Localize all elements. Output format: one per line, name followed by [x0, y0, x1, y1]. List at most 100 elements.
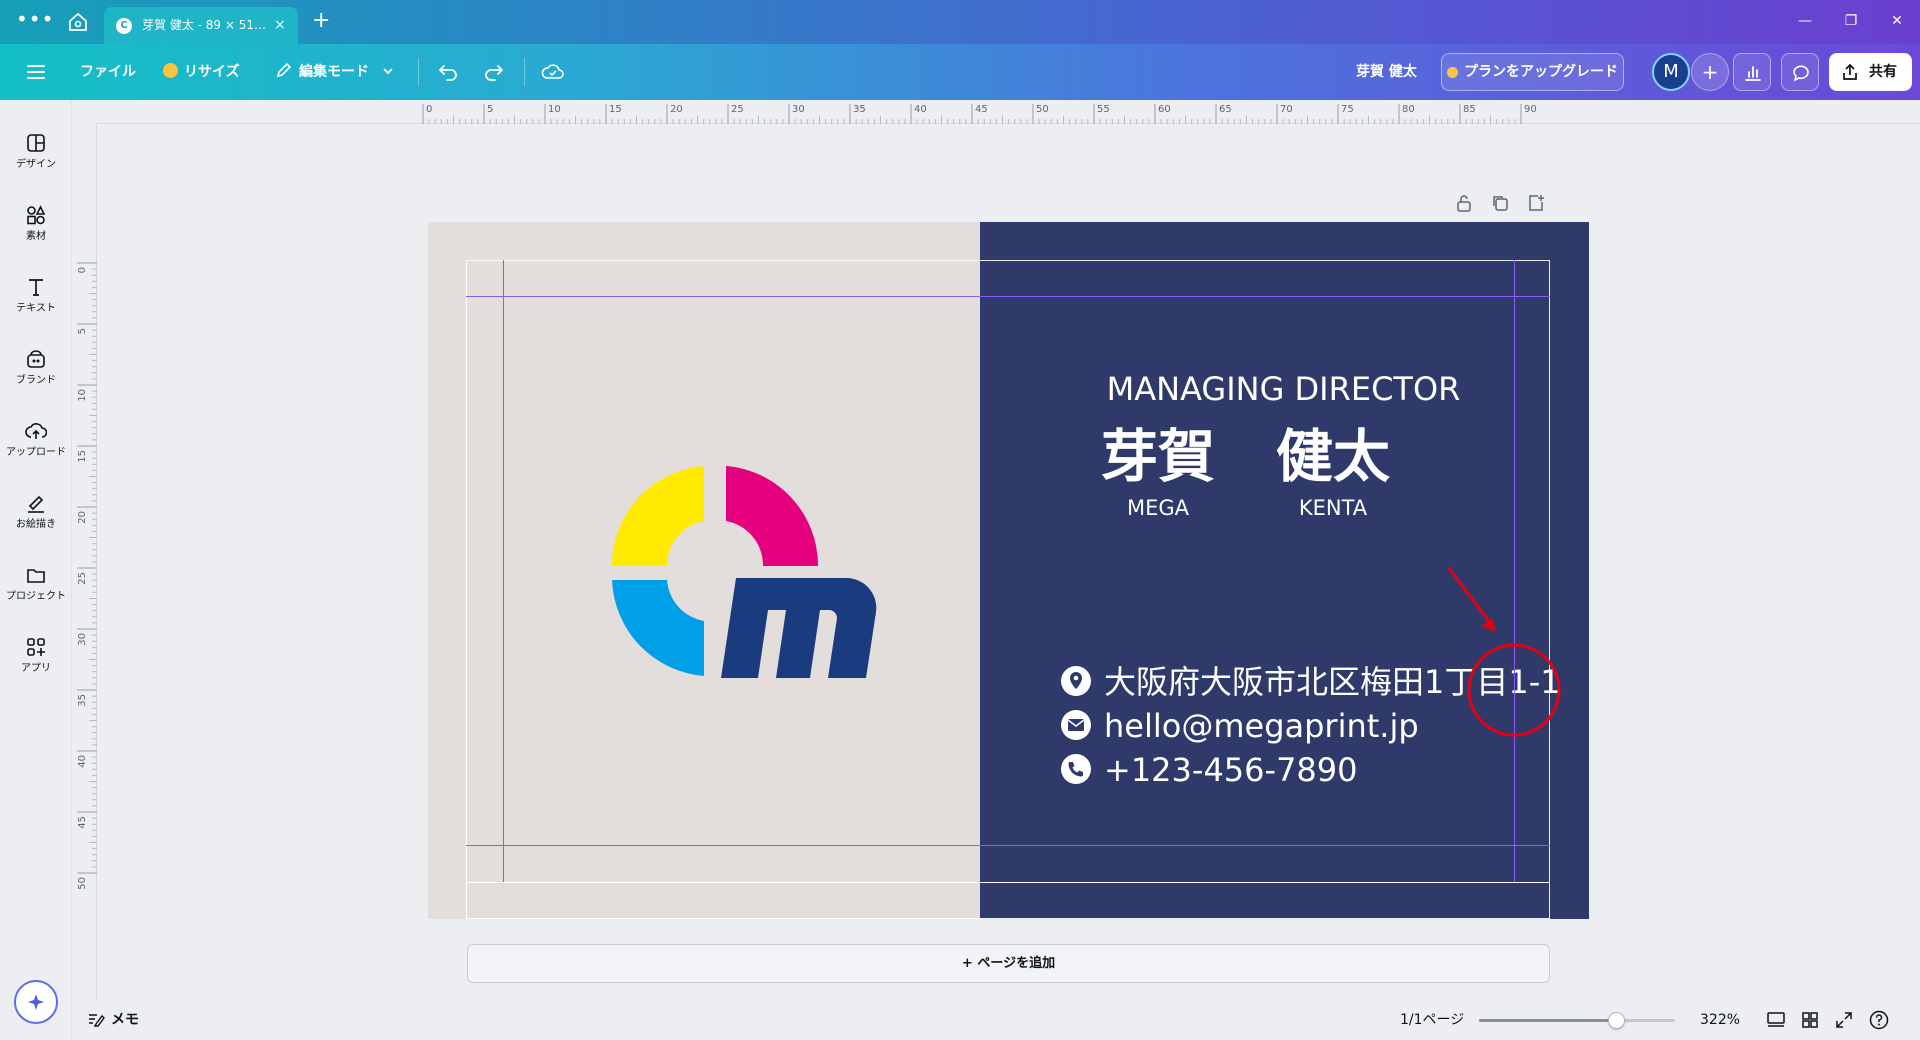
horizontal-ruler: 0 5 10 15 20 25 30 35 40 45 50 55 60 65 70 75 80 85 90 — [97, 100, 1920, 124]
sidebar-item-projects[interactable]: プロジェクト — [0, 550, 72, 614]
location-pin-icon — [1061, 666, 1091, 696]
sidebar-item-label: プロジェクト — [6, 591, 66, 602]
zoom-level[interactable]: 322% — [1700, 1010, 1740, 1030]
card-dark-panel — [980, 222, 1589, 919]
vertical-ruler-ticks: 0 5 10 15 20 25 30 35 40 45 50 — [77, 262, 97, 890]
ruler-label: 35 — [77, 694, 88, 707]
close-button[interactable]: ✕ — [1882, 10, 1912, 32]
sidebar-item-design[interactable]: デザイン — [0, 118, 72, 182]
menu-icon[interactable] — [26, 63, 46, 81]
ruler-label: 65 — [1219, 104, 1232, 115]
owner-name: 芽賀 健太 — [1356, 64, 1417, 80]
sidebar-item-brand[interactable]: ブランド — [0, 334, 72, 398]
apps-icon — [27, 638, 45, 656]
logo-m-letter — [721, 578, 877, 678]
given-name-jp[interactable]: 健太 — [1258, 422, 1408, 492]
sidebar-item-upload[interactable]: アップロード — [0, 406, 72, 470]
sidebar-item-label: テキスト — [16, 303, 56, 314]
grid-view-icon[interactable] — [1799, 1009, 1821, 1031]
sidebar-item-label: 素材 — [26, 231, 46, 242]
edit-mode-dropdown[interactable]: 編集モード — [275, 58, 394, 86]
comments-button[interactable] — [1781, 53, 1819, 91]
zoom-slider[interactable] — [1479, 1012, 1675, 1029]
ruler-label: 45 — [77, 816, 88, 829]
tab-close-button[interactable]: × — [274, 16, 286, 34]
page-indicator[interactable]: 1/1ページ — [1400, 1010, 1464, 1030]
crown-icon — [163, 63, 178, 78]
avatar[interactable]: M — [1652, 53, 1690, 91]
ruler-label: 50 — [1036, 104, 1049, 115]
title-bar: ••• C 芽賀 健太 - 89 × 51… × + — ❐ ✕ — [0, 0, 1920, 44]
ruler-label: 35 — [853, 104, 866, 115]
folder-icon — [27, 569, 45, 583]
notes-label: メモ — [111, 1012, 139, 1028]
logo-magenta-segment — [726, 466, 819, 566]
restore-button[interactable]: ❐ — [1836, 10, 1866, 32]
toolbar-divider — [524, 58, 525, 86]
sidebar-item-label: ブランド — [16, 375, 56, 386]
ruler-label: 15 — [77, 450, 88, 463]
redo-icon[interactable] — [483, 62, 505, 82]
ruler-label: 20 — [670, 104, 683, 115]
surname-en[interactable]: MEGA — [1083, 494, 1233, 522]
left-sidebar: デザイン 素材 テキスト ブランド アップロード お絵描き プロジェクト アプリ — [0, 100, 72, 1040]
fullscreen-icon[interactable] — [1833, 1009, 1855, 1031]
share-label: 共有 — [1869, 64, 1897, 80]
upload-icon — [25, 423, 47, 439]
edit-mode-label: 編集モード — [299, 64, 369, 80]
zoom-slider-handle[interactable] — [1608, 1012, 1626, 1029]
design-icon — [27, 134, 45, 152]
position-title[interactable]: MANAGING DIRECTOR — [979, 368, 1588, 410]
cloud-saved-icon[interactable] — [541, 62, 565, 82]
page-view-icon[interactable] — [1765, 1009, 1787, 1031]
given-name-en[interactable]: KENTA — [1258, 494, 1408, 522]
notes-button[interactable]: メモ — [87, 1010, 139, 1030]
phone-text: +123-456-7890 — [1104, 751, 1358, 789]
insights-button[interactable] — [1733, 53, 1771, 91]
add-collaborator-button[interactable]: + — [1691, 53, 1729, 91]
email-text: hello@megaprint.jp — [1104, 707, 1419, 745]
file-menu[interactable]: ファイル — [80, 58, 136, 86]
new-tab-button[interactable]: + — [312, 9, 330, 33]
upgrade-plan-button[interactable]: プランをアップグレード — [1441, 53, 1624, 91]
bar-chart-icon — [1745, 66, 1761, 81]
ruler-label: 80 — [1402, 104, 1415, 115]
home-icon[interactable] — [66, 10, 90, 34]
resize-button[interactable]: リサイズ — [163, 58, 240, 86]
magic-assistant-button[interactable] — [14, 980, 58, 1024]
address-text: 大阪府大阪市北区梅田1丁目1-1 — [1104, 663, 1561, 701]
sidebar-item-elements[interactable]: 素材 — [0, 190, 72, 254]
surname-jp[interactable]: 芽賀 — [1083, 422, 1233, 492]
ruler-label: 40 — [914, 104, 927, 115]
phone-icon — [1061, 754, 1091, 784]
toolbar-divider — [418, 58, 419, 86]
elements-icon — [27, 205, 46, 225]
duplicate-page-icon[interactable] — [1490, 193, 1510, 213]
logo-yellow-segment — [612, 466, 704, 566]
help-icon[interactable] — [1868, 1009, 1890, 1031]
sidebar-item-apps[interactable]: アプリ — [0, 622, 72, 686]
more-menu-icon[interactable]: ••• — [16, 8, 53, 36]
company-logo[interactable] — [612, 466, 878, 682]
zoom-slider-fill — [1479, 1019, 1617, 1022]
undo-icon[interactable] — [437, 62, 459, 82]
minimize-button[interactable]: — — [1790, 10, 1820, 32]
ruler-label: 10 — [548, 104, 561, 115]
document-tab[interactable]: C 芽賀 健太 - 89 × 51… × — [104, 7, 298, 44]
ruler-label: 85 — [1463, 104, 1476, 115]
add-page-icon[interactable] — [1526, 193, 1546, 213]
sidebar-item-text[interactable]: テキスト — [0, 262, 72, 326]
canva-logo-icon: C — [116, 18, 132, 34]
sidebar-item-draw[interactable]: お絵描き — [0, 478, 72, 542]
chevron-down-icon — [383, 68, 393, 75]
share-button[interactable]: 共有 — [1829, 53, 1912, 91]
ruler-label: 5 — [487, 104, 493, 115]
ruler-label: 60 — [1158, 104, 1171, 115]
ruler-label: 30 — [77, 633, 88, 646]
ruler-label: 70 — [1280, 104, 1293, 115]
notes-icon — [89, 1014, 105, 1027]
business-card-page[interactable]: MANAGING DIRECTOR 芽賀 健太 MEGA KENTA 大阪府大阪… — [428, 222, 1589, 919]
upgrade-label: プランをアップグレード — [1464, 64, 1618, 80]
lock-icon[interactable] — [1454, 193, 1474, 213]
add-page-button[interactable]: + ページを追加 — [467, 944, 1550, 983]
